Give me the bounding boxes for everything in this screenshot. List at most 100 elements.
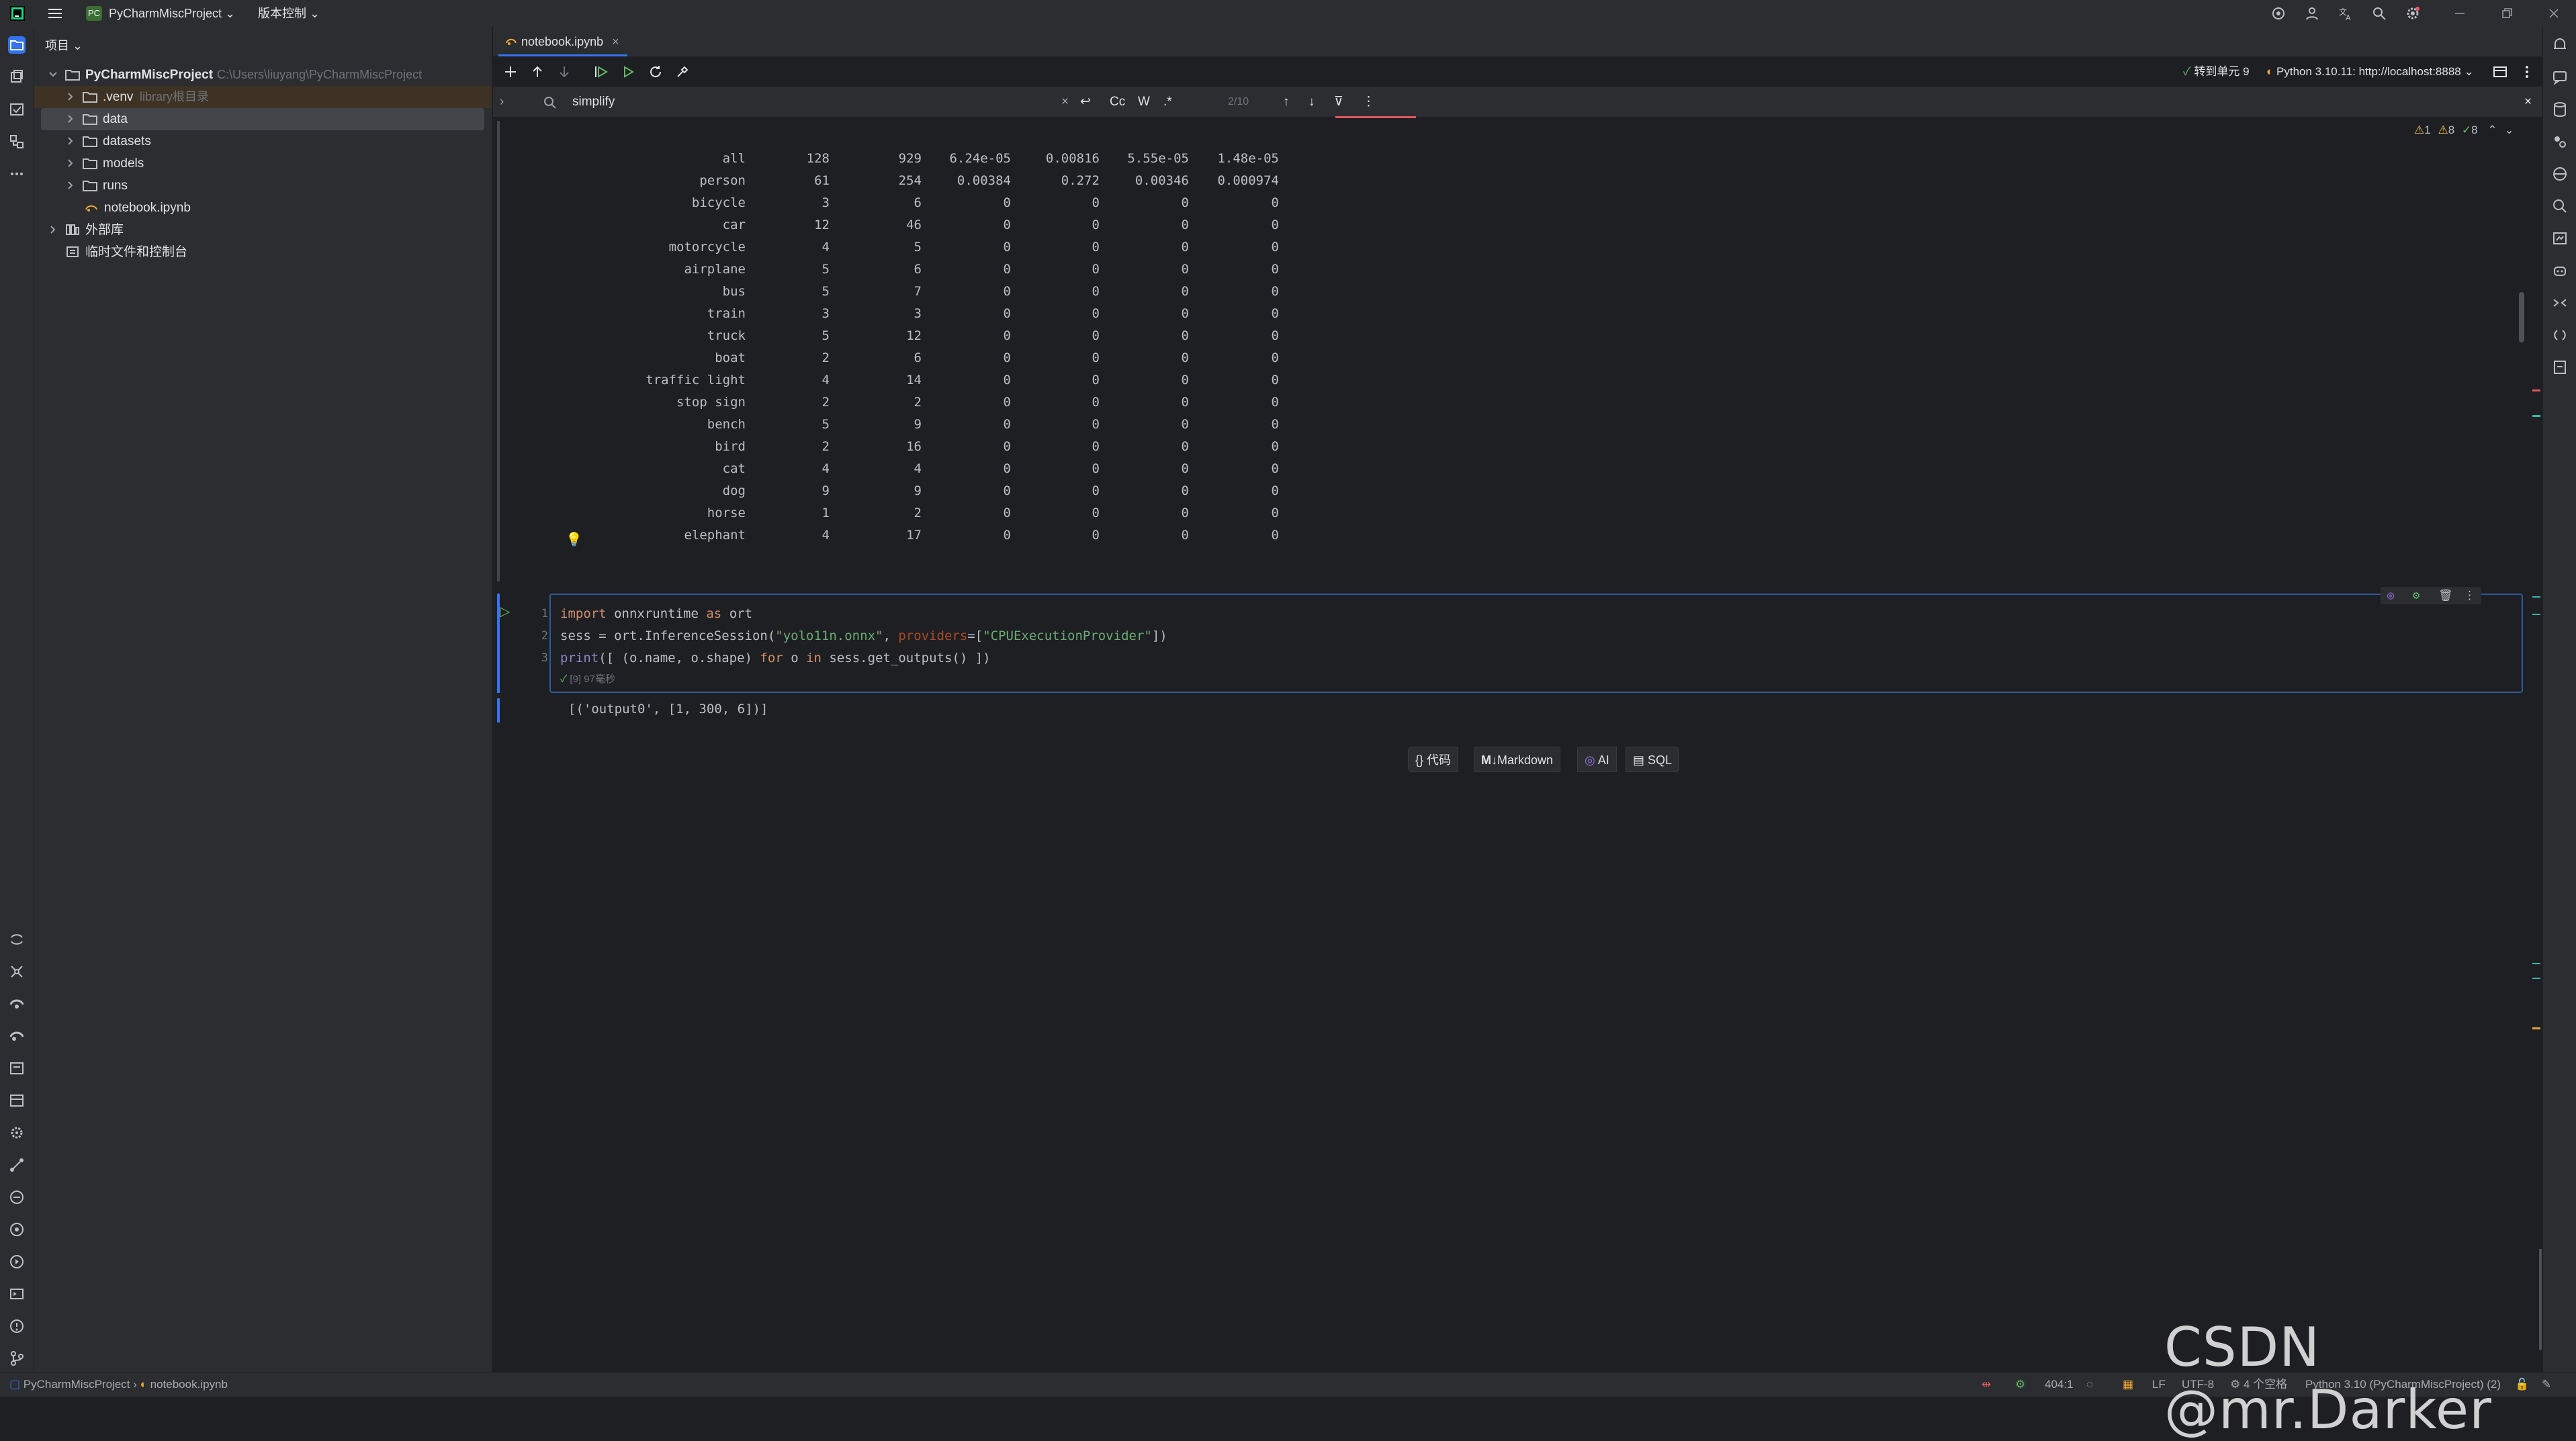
restore-icon[interactable] <box>2499 5 2515 21</box>
lightbulb-icon[interactable]: 💡 <box>566 531 582 548</box>
settings-icon[interactable] <box>2405 5 2421 21</box>
delete-cell-icon[interactable]: 🗑 <box>2438 587 2453 604</box>
console-icon[interactable] <box>8 1285 26 1303</box>
move-cell-down-icon[interactable] <box>556 64 572 80</box>
ai-status-icon[interactable]: ⚙ <box>2015 1373 2025 1397</box>
new-line-icon[interactable]: ↩ <box>1080 87 1091 117</box>
pull-requests-icon[interactable] <box>8 101 26 118</box>
web-search-icon[interactable] <box>2551 197 2569 215</box>
learn-icon[interactable] <box>8 1253 26 1270</box>
cell-more-icon[interactable]: ⋮ <box>2464 587 2475 604</box>
database-icon[interactable] <box>2551 101 2569 118</box>
whole-words-toggle[interactable]: W <box>1138 87 1150 117</box>
more-tools-icon[interactable] <box>8 165 26 183</box>
remote-host-icon[interactable] <box>2551 165 2569 183</box>
regex-toggle[interactable]: .* <box>1163 87 1172 117</box>
tree-item-runs[interactable]: runs <box>34 175 492 197</box>
tab-close-icon[interactable]: × <box>612 35 619 48</box>
python-packages-icon[interactable] <box>8 931 26 948</box>
tree-item-venv[interactable]: .venv library根目录 <box>34 86 492 108</box>
close-find-icon[interactable]: × <box>2524 87 2532 117</box>
line-separator[interactable]: LF <box>2152 1373 2166 1397</box>
tree-item-project-root[interactable]: PyCharmMiscProject C:\Users\liuyang\PyCh… <box>34 64 492 86</box>
add-ai-cell-button[interactable]: ◎ AI <box>1577 747 1617 772</box>
debug-gear-icon[interactable] <box>8 1124 26 1142</box>
clear-outputs-icon[interactable] <box>674 64 691 80</box>
next-occurrence-icon[interactable]: ↓ <box>1308 87 1315 117</box>
kernel-selector[interactable]: ◐ Python 3.10.11: http://localhost:8888 … <box>2266 57 2474 87</box>
next-highlight-icon[interactable]: ⌄ <box>2504 124 2514 136</box>
translate-icon[interactable]: 文A <box>2338 5 2354 21</box>
copilot-icon[interactable] <box>2551 262 2569 279</box>
documentation-icon[interactable] <box>2551 359 2569 376</box>
inspection-widget[interactable]: ⚠1 ⚠8 ✓8 ⌃ ⌄ <box>2414 122 2514 138</box>
breadcrumb-file[interactable]: notebook.ipynb <box>150 1378 228 1391</box>
run-all-icon[interactable] <box>621 64 637 80</box>
vcs-status-icon[interactable]: ◌ <box>2086 1373 2093 1397</box>
run-icon[interactable] <box>8 1092 26 1109</box>
project-switcher[interactable]: PyCharmMiscProject ⌄ <box>109 0 235 27</box>
tree-item-models[interactable]: models <box>34 152 492 175</box>
project-panel-header[interactable]: 项目 ⌄ <box>45 36 83 54</box>
add-markdown-cell-button[interactable]: M↓Markdown <box>1474 747 1561 772</box>
run-cell-icon[interactable] <box>594 64 610 80</box>
vertical-scrollbar[interactable] <box>2519 292 2524 342</box>
add-code-cell-button[interactable]: {} 代码 <box>1408 747 1459 772</box>
clear-search-icon[interactable]: × <box>1061 87 1069 117</box>
main-menu-icon[interactable] <box>47 5 63 21</box>
named-argument: providers <box>898 629 968 643</box>
plugins-icon[interactable] <box>8 1221 26 1238</box>
project-folder-icon[interactable] <box>8 36 26 54</box>
endpoints-icon[interactable] <box>8 1156 26 1174</box>
more-actions-icon[interactable] <box>2519 64 2535 80</box>
run-to-cell-button[interactable]: ✓ 转到单元 9 <box>2183 57 2250 87</box>
minimize-icon[interactable] <box>2452 5 2468 21</box>
python-console-icon[interactable] <box>8 1027 26 1045</box>
chevron-right-icon[interactable]: › <box>500 87 504 117</box>
info-icon[interactable] <box>8 1317 26 1335</box>
ai-cell-icon[interactable]: ◎ <box>2387 587 2394 604</box>
vcs-menu[interactable]: 版本控制 ⌄ <box>258 0 320 27</box>
run-cell-gutter-icon[interactable]: ▷ <box>500 603 510 620</box>
move-cell-up-icon[interactable] <box>529 64 545 80</box>
filter-icon[interactable]: ⊽ <box>1334 87 1343 117</box>
tree-item-notebook[interactable]: notebook.ipynb <box>34 197 492 219</box>
account-icon[interactable] <box>2304 5 2320 21</box>
match-case-toggle[interactable]: Cc <box>1110 87 1125 117</box>
debug-cell-icon[interactable]: ⚙ <box>2413 587 2419 604</box>
previous-highlight-icon[interactable]: ⌃ <box>2487 124 2497 136</box>
git-branch-icon[interactable] <box>8 1350 26 1367</box>
add-cell-icon[interactable] <box>502 64 519 80</box>
caret-position[interactable]: 404:1 <box>2045 1373 2074 1397</box>
code-cell[interactable]: import onnxruntime as ort sess = ort.Inf… <box>549 587 2523 693</box>
previous-occurrence-icon[interactable]: ↑ <box>1283 87 1290 117</box>
close-icon[interactable] <box>2546 5 2562 21</box>
metric-cell: 0 <box>1181 373 1189 387</box>
tree-item-data[interactable]: data <box>41 108 484 130</box>
jupyter-icon[interactable] <box>8 995 26 1013</box>
tree-item-scratches[interactable]: 临时文件和控制台 <box>34 241 492 263</box>
find-more-icon[interactable]: ⋮ <box>1362 87 1375 117</box>
terminal-icon[interactable] <box>8 1060 26 1077</box>
add-sql-cell-button[interactable]: ▤ SQL <box>1626 747 1680 772</box>
editor-tab-notebook[interactable]: notebook.ipynb × <box>498 27 627 56</box>
search-icon[interactable] <box>2371 5 2387 21</box>
endpoints-http-icon[interactable] <box>2551 326 2569 344</box>
services-icon[interactable] <box>8 963 26 980</box>
ai-assistant-icon[interactable] <box>2270 5 2286 21</box>
notifications-icon[interactable] <box>2551 36 2569 54</box>
sciview-icon[interactable] <box>2551 230 2569 247</box>
structure-icon[interactable] <box>8 133 26 150</box>
code-with-me-icon[interactable]: ⇹ <box>1982 1373 1991 1397</box>
tree-item-datasets[interactable]: datasets <box>34 130 492 152</box>
commit-icon[interactable] <box>8 68 26 86</box>
ai-chat-icon[interactable] <box>2551 68 2569 86</box>
tree-item-external-libraries[interactable]: 外部库 <box>34 219 492 241</box>
bookmarks-icon[interactable] <box>2551 294 2569 312</box>
breadcrumb-project[interactable]: PyCharmMiscProject <box>24 1378 130 1391</box>
variables-icon[interactable] <box>2492 64 2508 80</box>
jupyter-variables-icon[interactable] <box>2551 133 2569 150</box>
problems-icon[interactable] <box>8 1189 26 1206</box>
find-input[interactable]: simplify <box>572 87 615 117</box>
restart-kernel-icon[interactable] <box>648 64 664 80</box>
